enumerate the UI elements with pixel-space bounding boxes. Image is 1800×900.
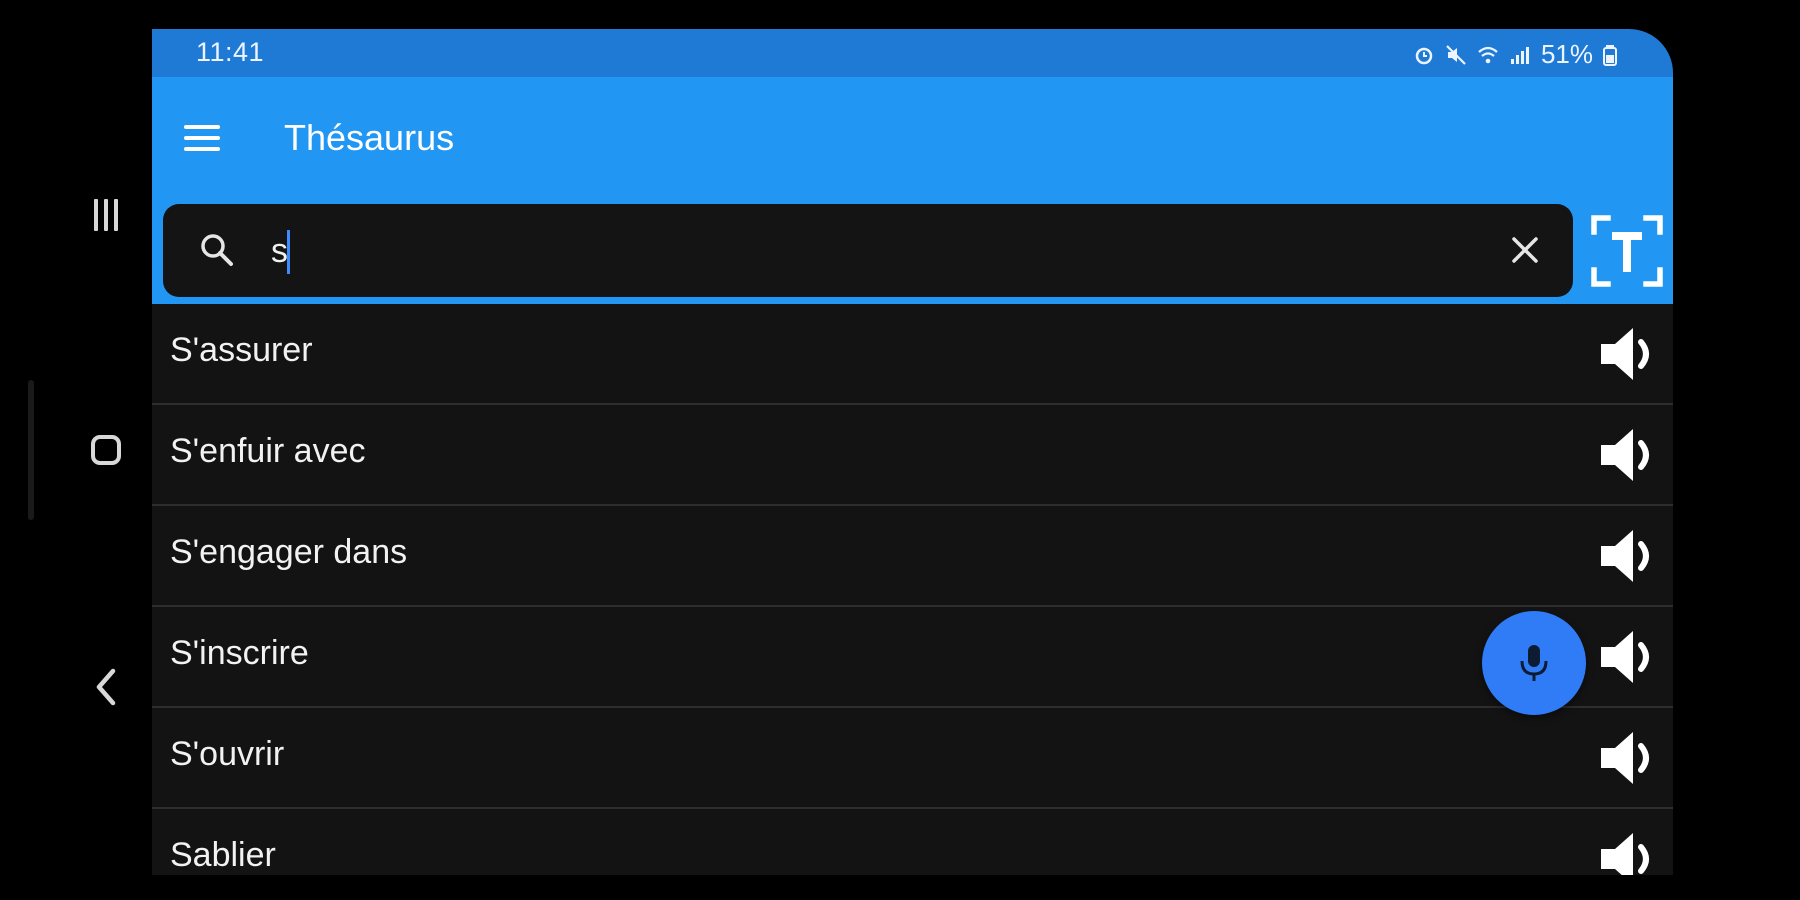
device-frame: 11:41 51% Thésaurus s S'assurer S'enfuir… — [0, 0, 1800, 900]
device-edge — [28, 380, 34, 520]
recents-icon[interactable] — [60, 190, 152, 240]
list-item-label: S'enfuir avec — [170, 432, 366, 470]
wifi-icon — [1478, 46, 1498, 63]
list-item-label: S'assurer — [170, 331, 313, 369]
home-icon[interactable] — [60, 425, 152, 475]
signal-icon — [1510, 46, 1529, 64]
list-item[interactable]: S'ouvrir — [152, 708, 1673, 809]
speaker-icon[interactable] — [1595, 726, 1657, 790]
battery-icon — [1603, 44, 1617, 66]
speaker-icon[interactable] — [1595, 524, 1657, 588]
status-bar: 11:41 51% — [152, 29, 1673, 77]
status-icons: 51% — [1413, 39, 1617, 70]
voice-search-button[interactable] — [1482, 611, 1586, 715]
speaker-icon[interactable] — [1595, 827, 1657, 875]
list-item-label: S'inscrire — [170, 634, 309, 672]
search-box[interactable]: s — [163, 204, 1573, 297]
results-list: S'assurer S'enfuir avec S'engager dans S… — [152, 304, 1673, 875]
back-icon[interactable] — [60, 662, 152, 712]
alarm-icon — [1415, 47, 1433, 64]
list-item-label: S'ouvrir — [170, 735, 285, 773]
list-item-label: S'engager dans — [170, 533, 408, 571]
page-title: Thésaurus — [284, 117, 455, 158]
system-navigation-bar — [60, 0, 152, 900]
status-time: 11:41 — [196, 37, 265, 67]
battery-level: 51% — [1540, 39, 1593, 69]
list-item[interactable]: S'assurer — [152, 304, 1673, 405]
text-cursor — [287, 230, 290, 274]
text-scan-icon[interactable] — [1590, 212, 1664, 290]
list-item-label: Sablier — [170, 836, 276, 874]
search-bar: s — [152, 197, 1673, 304]
search-icon — [201, 234, 233, 266]
list-item[interactable]: S'inscrire — [152, 607, 1673, 708]
hamburger-menu-icon[interactable] — [184, 115, 230, 161]
close-icon[interactable] — [1505, 230, 1545, 270]
speaker-icon[interactable] — [1595, 625, 1657, 689]
speaker-icon[interactable] — [1595, 322, 1657, 386]
microphone-icon — [1520, 645, 1548, 681]
mute-icon — [1446, 44, 1466, 65]
app-screen: 11:41 51% Thésaurus s S'assurer S'enfuir… — [152, 29, 1673, 875]
search-input[interactable]: s — [271, 231, 288, 271]
speaker-icon[interactable] — [1595, 423, 1657, 487]
list-item[interactable]: S'enfuir avec — [152, 405, 1673, 506]
list-item[interactable]: S'engager dans — [152, 506, 1673, 607]
list-item[interactable]: Sablier — [152, 809, 1673, 875]
